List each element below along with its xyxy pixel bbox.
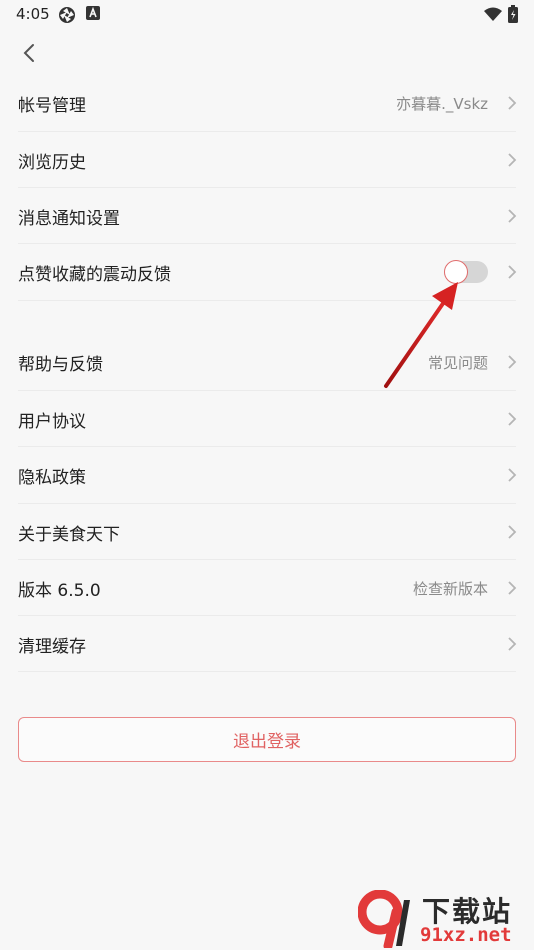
logout-button[interactable]: 退出登录 (18, 717, 516, 762)
settings-row-history[interactable]: 浏览历史 (0, 132, 534, 188)
watermark-logo-icon (358, 890, 410, 948)
row-label: 清理缓存 (18, 636, 86, 657)
settings-row-version[interactable]: 版本 6.5.0 检查新版本 (0, 560, 534, 616)
settings-row-help-feedback[interactable]: 帮助与反馈 常见问题 (0, 334, 534, 390)
chevron-right-icon (508, 581, 517, 595)
chevron-left-icon (23, 44, 34, 62)
toggle-knob (444, 260, 468, 284)
chevron-right-icon (508, 468, 517, 482)
vibration-toggle[interactable] (444, 260, 488, 284)
row-label: 隐私政策 (18, 467, 86, 488)
settings-row-clear-cache[interactable]: 清理缓存 (0, 616, 534, 672)
chevron-right-icon (508, 525, 517, 539)
settings-row-notifications[interactable]: 消息通知设置 (0, 188, 534, 244)
row-label: 浏览历史 (18, 152, 86, 173)
row-label: 帮助与反馈 (18, 354, 103, 375)
divider (18, 671, 516, 672)
row-label: 点赞收藏的震动反馈 (18, 264, 171, 285)
row-label: 帐号管理 (18, 95, 86, 116)
chevron-right-icon (508, 355, 517, 369)
status-bar: 4:05 (0, 0, 534, 30)
chevron-right-icon (508, 412, 517, 426)
row-label: 关于美食天下 (18, 524, 120, 545)
wifi-icon (484, 7, 502, 21)
row-value: 常见问题 (427, 353, 488, 372)
settings-row-privacy-policy[interactable]: 隐私政策 (0, 447, 534, 503)
aperture-icon (59, 7, 75, 23)
chevron-right-icon (508, 637, 517, 651)
row-value: 检查新版本 (412, 579, 488, 598)
row-value: 亦暮暮._Vskz (396, 94, 488, 113)
watermark-sub-text: 91xz.net (420, 924, 512, 946)
row-label: 用户协议 (18, 411, 86, 432)
watermark: 下载站 91xz.net (358, 890, 528, 948)
status-time: 4:05 (16, 5, 50, 23)
settings-row-vibration-feedback[interactable]: 点赞收藏的震动反馈 (0, 244, 534, 300)
chevron-right-icon (508, 153, 517, 167)
back-button[interactable] (14, 38, 44, 68)
settings-row-about[interactable]: 关于美食天下 (0, 504, 534, 560)
settings-row-user-agreement[interactable]: 用户协议 (0, 391, 534, 447)
battery-icon (508, 5, 518, 23)
settings-row-account[interactable]: 帐号管理 亦暮暮._Vskz (0, 75, 534, 131)
row-label: 版本 6.5.0 (18, 580, 101, 601)
a-badge-icon (86, 6, 100, 20)
divider (18, 300, 516, 301)
chevron-right-icon (508, 209, 517, 223)
row-label: 消息通知设置 (18, 208, 120, 229)
chevron-right-icon (508, 265, 517, 279)
chevron-right-icon (508, 96, 517, 110)
